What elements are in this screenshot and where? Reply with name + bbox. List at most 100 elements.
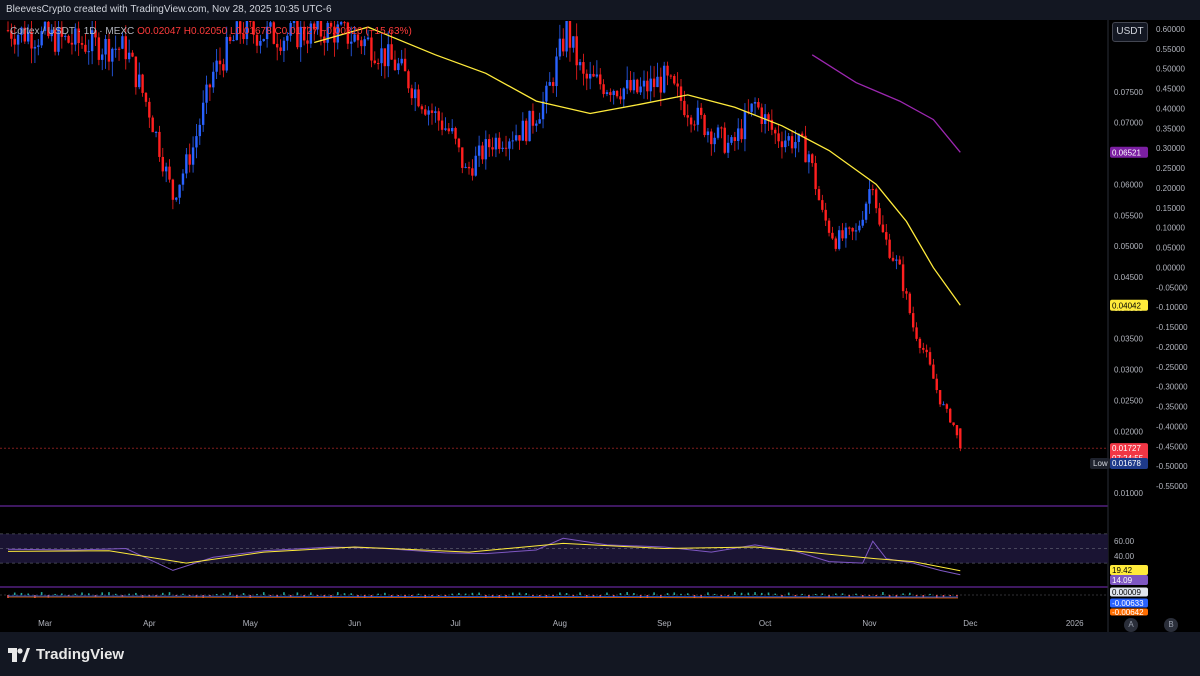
macd-histogram-bar bbox=[949, 595, 952, 597]
macd-histogram-bar bbox=[882, 592, 884, 595]
candle-body bbox=[693, 124, 696, 126]
macd-histogram-bar bbox=[222, 593, 225, 595]
macd-histogram-bar bbox=[182, 593, 184, 595]
candle-body bbox=[474, 155, 477, 176]
candle-body bbox=[588, 73, 592, 79]
macd-histogram-bar bbox=[7, 595, 9, 598]
candle-body bbox=[390, 44, 393, 60]
candle-body bbox=[178, 184, 181, 198]
candle-body bbox=[686, 115, 689, 118]
candle-body bbox=[121, 36, 124, 49]
macd-histogram-bar bbox=[532, 595, 534, 597]
candle-body bbox=[373, 60, 376, 64]
low-value: L0.01678 bbox=[229, 26, 272, 37]
price-chart[interactable]: 0.075000.070000.065000.060000.055000.050… bbox=[0, 0, 1200, 676]
candle-body bbox=[175, 197, 178, 200]
candle-body bbox=[864, 203, 868, 220]
candle-body bbox=[868, 189, 871, 204]
candle-body bbox=[784, 140, 787, 148]
candle-body bbox=[824, 209, 827, 221]
candle-body bbox=[141, 74, 144, 93]
symbol-legend: Cortex / USDT · 1D · MEXC O0.02047 H0.02… bbox=[10, 26, 412, 37]
tradingview-logo[interactable]: TradingView bbox=[8, 646, 124, 663]
candle-body bbox=[185, 154, 188, 174]
symbol-label: Cortex / USDT · 1D · MEXC bbox=[10, 26, 135, 37]
macd-histogram-bar bbox=[572, 595, 575, 597]
candle-body bbox=[282, 40, 286, 51]
candle-body bbox=[6, 30, 10, 32]
candle-body bbox=[545, 85, 548, 102]
footer-bar bbox=[0, 632, 1200, 676]
candle-body bbox=[528, 110, 531, 142]
secondary-axis-label: 0.35000 bbox=[1156, 124, 1185, 133]
candle-body bbox=[706, 131, 710, 136]
candle-body bbox=[413, 89, 417, 99]
candle-body bbox=[87, 51, 90, 53]
candle-body bbox=[538, 119, 541, 124]
macd-histogram-bar bbox=[81, 592, 83, 595]
candle-body bbox=[814, 163, 817, 190]
currency-button[interactable]: USDT bbox=[1112, 22, 1148, 42]
macd-histogram-bar bbox=[747, 592, 750, 595]
candle-body bbox=[222, 64, 225, 71]
log-scale-button[interactable]: B bbox=[1164, 618, 1178, 632]
candle-body bbox=[901, 264, 905, 292]
time-axis-label: Dec bbox=[963, 619, 977, 628]
candle-body bbox=[851, 227, 854, 232]
candle-body bbox=[750, 103, 753, 112]
macd-histogram-bar bbox=[935, 595, 938, 598]
secondary-axis-label: -0.40000 bbox=[1156, 422, 1188, 431]
macd-histogram-bar bbox=[161, 592, 164, 595]
candle-body bbox=[945, 404, 949, 409]
macd-histogram-bar bbox=[868, 595, 871, 597]
rsi-axis-label: 60.00 bbox=[1114, 537, 1135, 546]
macd-histogram-bar bbox=[686, 593, 689, 595]
macd-histogram-bar bbox=[956, 595, 958, 597]
secondary-axis-label: 0.55000 bbox=[1156, 45, 1185, 54]
candle-body bbox=[434, 111, 437, 113]
candle-body bbox=[932, 364, 935, 379]
macd-histogram-bar bbox=[242, 593, 245, 595]
candle-body bbox=[807, 154, 811, 163]
candle-body bbox=[138, 74, 141, 88]
candle-body bbox=[629, 80, 632, 91]
candle-body bbox=[201, 102, 205, 125]
candle-body bbox=[249, 21, 252, 22]
macd-histogram-bar bbox=[760, 592, 763, 595]
candle-body bbox=[437, 111, 440, 121]
macd-histogram-bar bbox=[168, 592, 171, 595]
candle-body bbox=[878, 208, 881, 225]
candle-body bbox=[760, 107, 763, 124]
time-axis-label: Aug bbox=[553, 619, 567, 628]
macd-histogram-bar bbox=[101, 592, 104, 595]
macd-histogram-bar bbox=[794, 595, 797, 597]
candle-body bbox=[938, 390, 942, 405]
macd-histogram-bar bbox=[774, 593, 777, 595]
candle-body bbox=[400, 58, 403, 64]
candle-body bbox=[508, 141, 511, 149]
auto-scale-button[interactable]: A bbox=[1124, 618, 1138, 632]
candle-body bbox=[80, 43, 84, 45]
macd-histogram-bar bbox=[511, 592, 514, 595]
macd-histogram-bar bbox=[781, 595, 783, 597]
macd-histogram-bar bbox=[895, 595, 898, 597]
candle-body bbox=[959, 428, 962, 449]
candle-body bbox=[188, 154, 191, 165]
candles bbox=[6, 21, 962, 452]
candle-body bbox=[424, 109, 427, 115]
candle-body bbox=[531, 110, 535, 126]
secondary-axis-label: -0.15000 bbox=[1156, 323, 1188, 332]
candle-body bbox=[541, 101, 545, 120]
candle-body bbox=[733, 137, 737, 141]
price-axis-label: 0.04500 bbox=[1114, 273, 1143, 282]
secondary-axis-label: -0.35000 bbox=[1156, 403, 1188, 412]
candle-body bbox=[874, 189, 878, 209]
candle-body bbox=[578, 62, 582, 66]
secondary-axis-label: -0.20000 bbox=[1156, 343, 1188, 352]
candle-body bbox=[952, 422, 955, 426]
candle-body bbox=[562, 38, 565, 52]
candle-body bbox=[228, 36, 232, 41]
candle-body bbox=[387, 44, 390, 67]
candle-body bbox=[148, 101, 151, 118]
time-axis-label: Oct bbox=[759, 619, 772, 628]
